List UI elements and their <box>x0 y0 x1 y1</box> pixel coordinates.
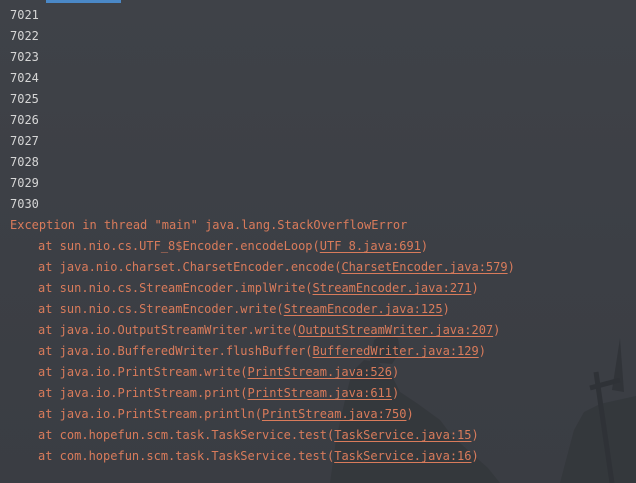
output-line: 7028 <box>10 155 39 169</box>
stack-frame: at java.io.BufferedWriter.flushBuffer(Bu… <box>0 341 636 362</box>
output-line: 7024 <box>10 71 39 85</box>
source-file-link[interactable]: CharsetEncoder.java:579 <box>341 260 507 274</box>
stack-frame-close-paren: ) <box>420 239 429 253</box>
stack-frame-method: at java.io.BufferedWriter.flushBuffer( <box>38 344 313 358</box>
stack-frame-close-paren: ) <box>392 386 400 400</box>
stack-frame-method: at java.io.PrintStream.print( <box>38 386 248 400</box>
stack-frame-method: at java.nio.charset.CharsetEncoder.encod… <box>38 260 342 274</box>
stack-frame: at java.io.PrintStream.println(PrintStre… <box>0 404 636 425</box>
output-line: 7027 <box>10 134 39 148</box>
stack-frame: at com.hopefun.scm.task.TaskService.test… <box>0 425 636 446</box>
stack-frame: at sun.nio.cs.UTF_8$Encoder.encodeLoop(U… <box>0 236 636 257</box>
stack-frame: at java.io.OutputStreamWriter.write(Outp… <box>0 320 636 341</box>
output-line: 7025 <box>10 92 39 106</box>
source-file-link[interactable]: PrintStream.java:611 <box>248 386 393 400</box>
stack-frame-close-paren: ) <box>471 281 479 295</box>
stack-frame-close-paren: ) <box>493 323 501 337</box>
stack-frame-close-paren: ) <box>442 302 450 316</box>
source-file-link[interactable]: StreamEncoder.java:271 <box>313 281 472 295</box>
stack-frame-close-paren: ) <box>507 260 515 274</box>
source-file-link[interactable]: PrintStream.java:526 <box>248 365 393 379</box>
output-line: 7022 <box>10 29 39 43</box>
stack-frame: at sun.nio.cs.StreamEncoder.write(Stream… <box>0 299 636 320</box>
source-file-link[interactable]: BufferedWriter.java:129 <box>313 344 479 358</box>
output-line: 7021 <box>10 8 39 22</box>
source-file-link[interactable]: TaskService.java:15 <box>334 428 471 442</box>
source-file-link[interactable]: TaskService.java:16 <box>334 449 471 463</box>
stack-frame: at java.nio.charset.CharsetEncoder.encod… <box>0 257 636 278</box>
stack-frame-close-paren: ) <box>471 449 479 463</box>
source-file-link[interactable]: StreamEncoder.java:125 <box>284 302 443 316</box>
stack-frame-method: at java.io.OutputStreamWriter.write( <box>38 323 299 337</box>
stack-frame: at com.hopefun.scm.task.TaskService.test… <box>0 446 636 467</box>
source-file-link[interactable]: UTF_8.java:691 <box>320 239 421 253</box>
stack-frame: at java.io.PrintStream.write(PrintStream… <box>0 362 636 383</box>
exception-header: Exception in thread "main" java.lang.Sta… <box>10 218 408 232</box>
output-line: 7029 <box>10 176 39 190</box>
source-file-link[interactable]: PrintStream.java:750 <box>262 407 407 421</box>
stack-frame: at sun.nio.cs.StreamEncoder.implWrite(St… <box>0 278 636 299</box>
console-lines: 7020702170227023702470257026702770287029… <box>0 0 636 467</box>
stack-frame-method: at sun.nio.cs.StreamEncoder.write( <box>38 302 284 316</box>
stack-frame-close-paren: ) <box>471 428 479 442</box>
stack-frame-method: at com.hopefun.scm.task.TaskService.test… <box>38 449 335 463</box>
output-line: 7026 <box>10 113 39 127</box>
stack-frame: at java.io.PrintStream.print(PrintStream… <box>0 383 636 404</box>
stack-frame-method: at java.io.PrintStream.println( <box>38 407 262 421</box>
console-output-panel[interactable]: 7020702170227023702470257026702770287029… <box>0 0 636 483</box>
stack-frame-close-paren: ) <box>478 344 486 358</box>
stack-frame-close-paren: ) <box>406 407 414 421</box>
stack-frame-close-paren: ) <box>392 365 400 379</box>
stack-frame-method: at sun.nio.cs.StreamEncoder.implWrite( <box>38 281 313 295</box>
stack-frame-method: at sun.nio.cs.UTF_8$Encoder.encodeLoop( <box>38 239 320 253</box>
stack-frame-method: at java.io.PrintStream.write( <box>38 365 248 379</box>
stack-frame-method: at com.hopefun.scm.task.TaskService.test… <box>38 428 335 442</box>
source-file-link[interactable]: OutputStreamWriter.java:207 <box>298 323 493 337</box>
output-line: 7030 <box>10 197 39 211</box>
output-line: 7023 <box>10 50 39 64</box>
